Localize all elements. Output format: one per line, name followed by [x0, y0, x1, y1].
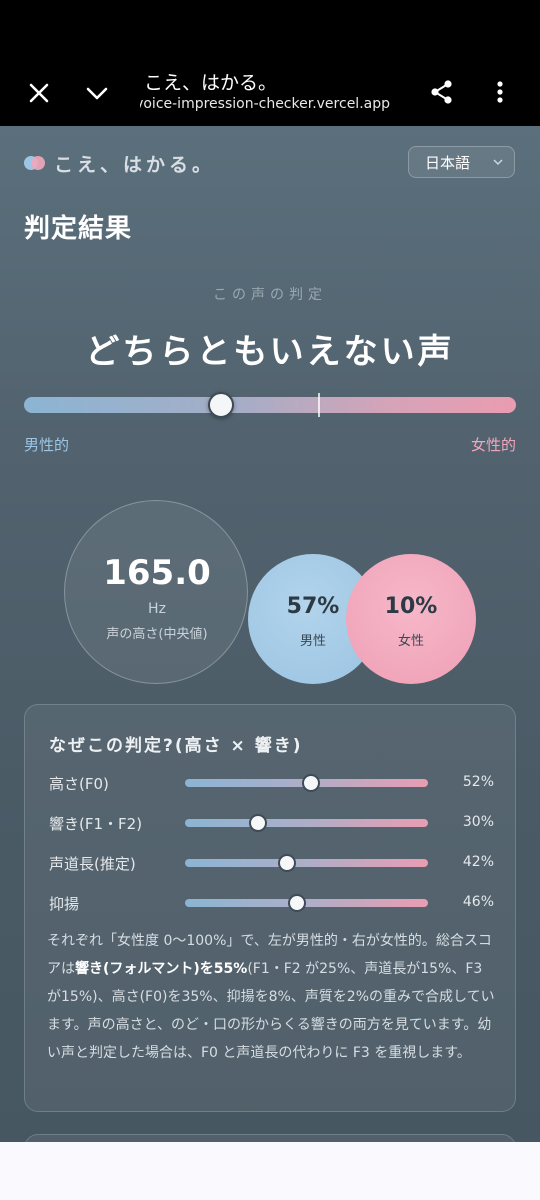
chevron-down-icon — [493, 159, 503, 166]
breakdown-knob — [287, 894, 306, 912]
pitch-caption: 声の高さ(中央値) — [106, 627, 208, 642]
breakdown-row-value: 52% — [462, 774, 494, 790]
breakdown-knob — [278, 854, 297, 872]
breakdown-track — [185, 814, 428, 832]
breakdown-row-intonation: 抑揚 46% — [25, 891, 517, 915]
breakdown-row-value: 30% — [462, 814, 494, 830]
breakdown-track — [185, 854, 428, 872]
page-content: こえ、はかる。 日本語 判定結果 この声の判定 どちらともいえない声 男性的 女… — [0, 126, 540, 1142]
system-nav-bar — [0, 1142, 540, 1200]
breakdown-knob — [248, 814, 267, 832]
pitch-unit: Hz — [148, 601, 166, 617]
description-bold-text: 響き(フォルマント)を55% — [75, 961, 248, 977]
scale-right-label: 女性的 — [470, 436, 516, 454]
scale-left-label: 男性的 — [24, 436, 70, 454]
logo-icon — [24, 156, 46, 170]
breakdown-row-resonance: 響き(F1・F2) 30% — [25, 811, 517, 835]
page-title: 判定結果 — [24, 214, 133, 244]
pitch-value: 165.0 — [103, 553, 211, 593]
gender-scale-bar — [24, 392, 516, 418]
language-select[interactable]: 日本語 — [408, 146, 515, 178]
more-vert-icon[interactable] — [482, 74, 518, 110]
female-score-circle: 10% 女性 — [346, 554, 476, 684]
language-select-value: 日本語 — [425, 153, 471, 172]
share-icon[interactable] — [424, 74, 460, 110]
chevron-down-icon[interactable] — [80, 76, 114, 110]
verdict-text: どちらともいえない声 — [85, 332, 455, 372]
verdict-label: この声の判定 — [213, 287, 327, 303]
breakdown-card: なぜこの判定?(高さ × 響き) 高さ(F0) 52% 響き(F1・F2) 30… — [24, 704, 516, 1112]
breakdown-row-label: 声道長(推定) — [49, 855, 136, 873]
breakdown-row-pitch: 高さ(F0) 52% — [25, 771, 517, 795]
breakdown-title: なぜこの判定?(高さ × 響き) — [49, 736, 303, 756]
female-label: 女性 — [397, 634, 424, 649]
breakdown-knob — [302, 774, 321, 792]
close-icon[interactable] — [22, 76, 56, 110]
female-percent: 10% — [384, 594, 438, 619]
scale-knob — [207, 392, 234, 418]
breakdown-track — [185, 894, 428, 912]
pitch-circle: 165.0 Hz 声の高さ(中央値) — [64, 500, 248, 684]
breakdown-row-label: 高さ(F0) — [49, 775, 109, 793]
next-card — [24, 1134, 516, 1142]
breakdown-row-label: 響き(F1・F2) — [49, 815, 143, 833]
browser-toolbar: こえ、はかる。 voice-impression-checker.vercel.… — [0, 0, 540, 126]
browser-page-title: こえ、はかる。 — [144, 72, 278, 94]
breakdown-row-label: 抑揚 — [49, 895, 80, 913]
breakdown-description: それぞれ「女性度 0〜100%」で、左が男性的・右が女性的。総合スコアは響き(フ… — [47, 927, 497, 1067]
breakdown-track — [185, 774, 428, 792]
scale-center-marker — [318, 393, 320, 417]
breakdown-row-value: 46% — [462, 894, 494, 910]
app-logo-text[interactable]: こえ、はかる。 — [54, 150, 215, 177]
browser-url[interactable]: voice-impression-checker.vercel.app — [140, 96, 390, 112]
breakdown-row-vocal-tract: 声道長(推定) 42% — [25, 851, 517, 875]
breakdown-row-value: 42% — [462, 854, 494, 870]
